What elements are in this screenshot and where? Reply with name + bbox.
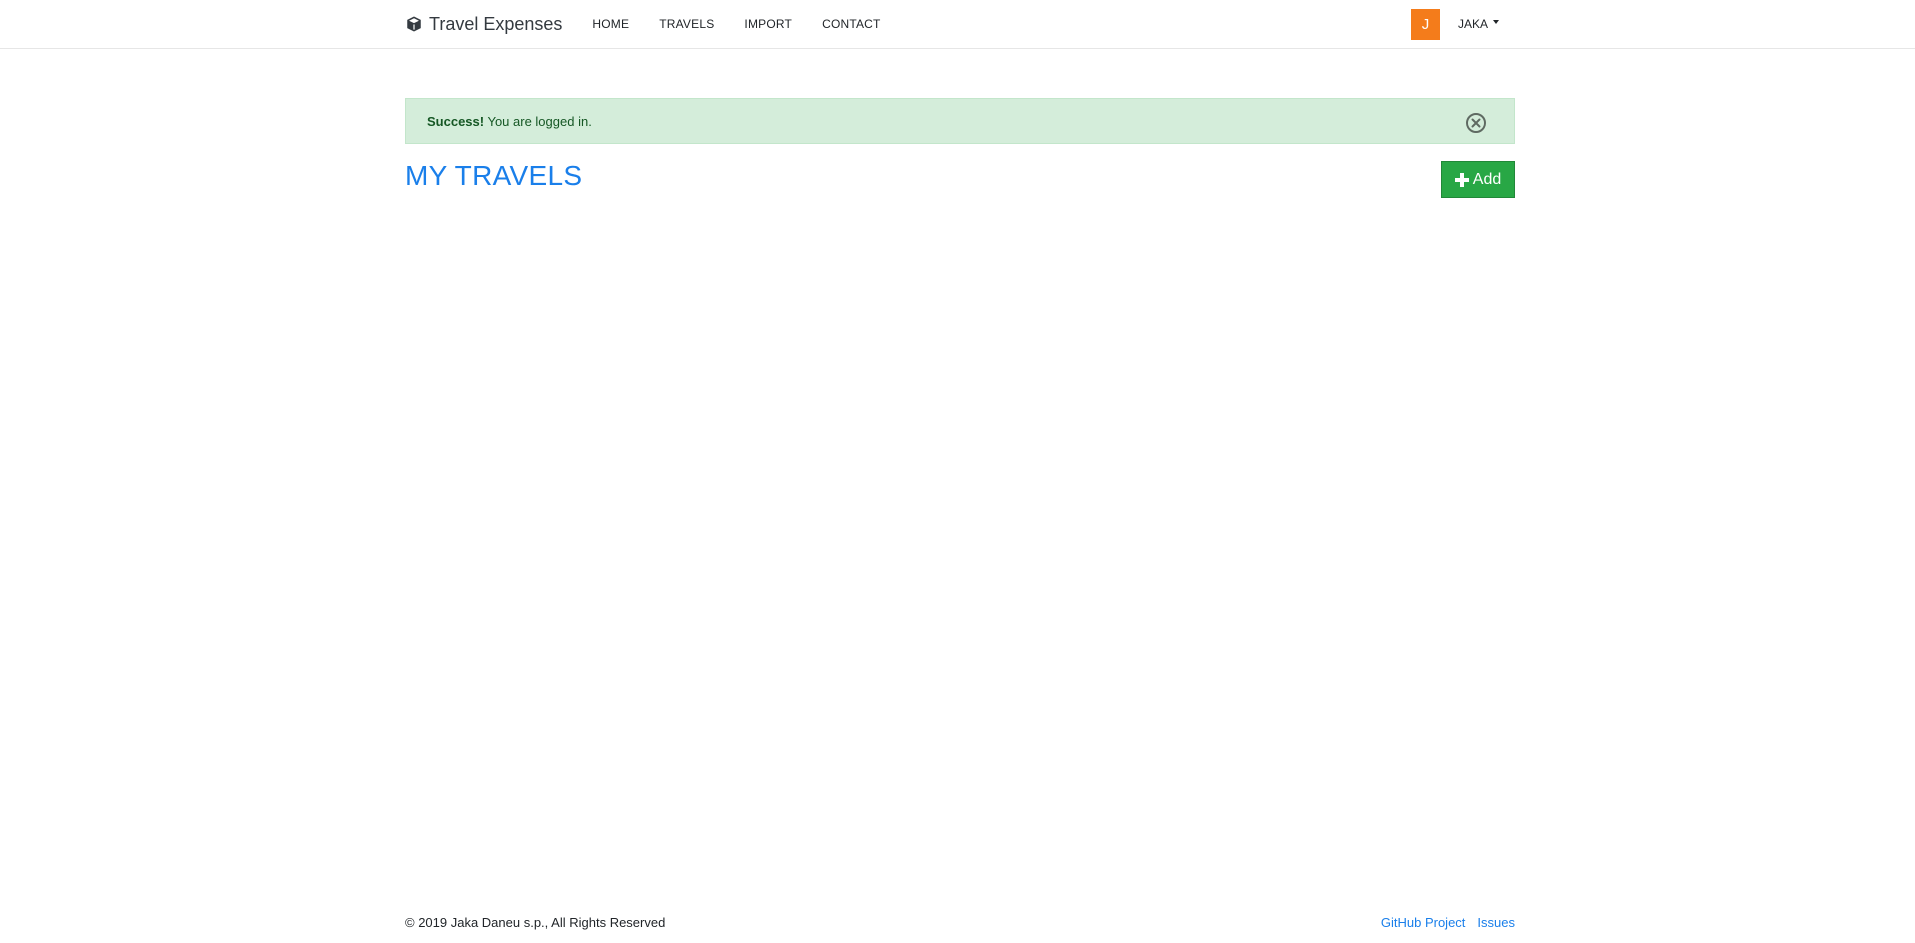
brand-link[interactable]: Travel Expenses (405, 14, 562, 35)
page-title: MY TRAVELS (405, 160, 583, 191)
alert-text: You are logged in. (484, 113, 592, 129)
nav-item-travels[interactable]: TRAVELS (644, 17, 729, 31)
success-alert: Success! You are logged in. (405, 98, 1515, 144)
nav-item-import[interactable]: IMPORT (729, 17, 807, 31)
navbar-container: Travel Expenses HOME TRAVELS IMPORT CONT… (405, 0, 1515, 48)
brand-title: Travel Expenses (429, 13, 563, 34)
cube-icon (407, 16, 421, 32)
footer-link-issues[interactable]: Issues (1477, 915, 1515, 930)
plus-icon (1454, 172, 1469, 187)
footer-copyright: © 2019 Jaka Daneu s.p., All Rights Reser… (405, 914, 666, 930)
chevron-down-icon (1493, 20, 1499, 24)
user-name: JAKA (1457, 17, 1488, 31)
main-nav: HOME TRAVELS IMPORT CONTACT (592, 17, 895, 31)
user-area: J JAKA (1410, 8, 1515, 40)
add-button-label: Add (1472, 170, 1502, 188)
footer-link-github[interactable]: GitHub Project (1381, 915, 1466, 930)
nav-item-home[interactable]: HOME (592, 17, 644, 31)
add-travel-button[interactable]: Add (1441, 161, 1515, 198)
top-navbar: Travel Expenses HOME TRAVELS IMPORT CONT… (0, 0, 1915, 49)
footer-links: GitHub Project Issues (1369, 915, 1515, 930)
avatar[interactable]: J (1410, 8, 1440, 40)
nav-item-contact[interactable]: CONTACT (807, 17, 896, 31)
close-circle-icon[interactable] (1465, 112, 1487, 134)
page-footer: © 2019 Jaka Daneu s.p., All Rights Reser… (405, 912, 1515, 932)
alert-message: Success! You are logged in. (427, 114, 592, 129)
alert-strong: Success! (427, 113, 485, 129)
user-menu-toggle[interactable]: JAKA (1458, 17, 1499, 31)
